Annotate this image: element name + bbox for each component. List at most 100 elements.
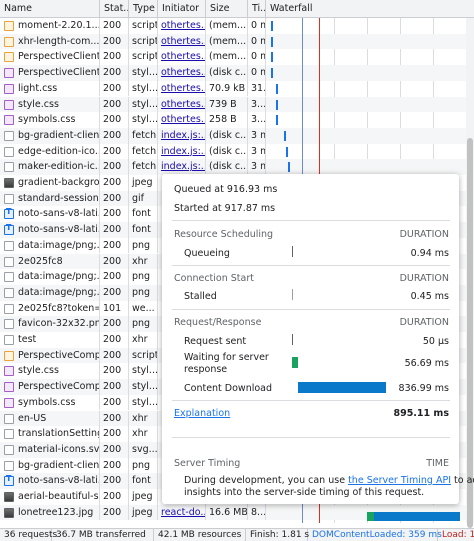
cell-type: png [129,316,158,332]
cell-type: styl... [129,112,158,128]
column-header-time[interactable]: Ti... [248,0,266,18]
cell-status: 200 [100,18,129,34]
cell-type: png [129,457,158,474]
cell-name: PerspectiveComp... [0,347,100,364]
table-row[interactable]: edge-edition-ico... 200 fetch index.js:...(… [0,143,466,160]
cell-initiator[interactable]: othertes... [158,49,206,66]
waterfall-bar [284,130,286,141]
cell-size: 739 B [206,96,248,113]
section-connection-start: Connection Start [174,273,254,284]
cell-initiator[interactable]: othertes... [158,65,206,81]
section-request-response: Request/Response [174,317,262,328]
cell-size: 258 B [206,112,248,128]
cell-type: we... [129,300,158,317]
jpeg-file-icon [4,178,14,188]
png-file-icon [4,240,14,251]
column-header-initiator[interactable]: Initiator [158,0,206,18]
cell-initiator[interactable]: othertes... [158,33,206,50]
table-row[interactable]: PerspectiveClient...200scriptothertes...… [0,49,466,66]
column-header-status[interactable]: Stat... [100,0,129,18]
cell-status: 200 [100,237,129,254]
table-row[interactable]: bg-gradient-clien... 200 fetch index.js:...… [0,127,466,144]
script-file-icon [4,36,14,47]
cell-initiator[interactable]: index.js:... [158,159,206,175]
cell-status: 200 [100,159,129,175]
style-file-icon [4,83,14,94]
column-header-name[interactable]: Name [0,0,100,18]
scrollbar-thumb[interactable] [467,138,473,528]
request-sent-label: Request sent [184,336,247,347]
cell-type: styl... [129,394,158,411]
divider [172,309,450,310]
resources-size: 42.1 MB resources [154,529,246,541]
cell-type: font [129,473,158,489]
column-header-size[interactable]: Size [206,0,248,18]
duration-header: DURATION [399,317,449,328]
cell-type: fetch [129,143,158,160]
cell-name: favicon-32x32.png [0,316,100,332]
cell-time: 3... [248,112,266,128]
server-timing-note-line2: insights into the server-side timing of … [184,487,425,498]
png-file-icon [4,287,14,298]
waterfall-bar [271,36,273,47]
cell-name: style.css [0,363,100,380]
divider [172,220,450,221]
table-row[interactable]: style.css 200 styl... othertes... 739 B 3... [0,96,466,113]
table-row[interactable]: symbols.css 200 styl... othertes... 258 B 3..… [0,112,466,128]
cell-time: 0 ms [248,49,266,66]
cell-type: styl... [129,379,158,395]
cell-type: font [129,206,158,223]
cell-time: 3 ms [248,127,266,144]
font-file-icon [4,223,14,236]
cell-name: noto-sans-v8-lati... [0,473,100,489]
cell-name: xhr-length-com... [0,33,100,50]
divider [172,400,450,401]
cell-name: standard-session... [0,190,100,207]
cell-initiator[interactable]: othertes... [158,18,206,34]
cell-name: data:image/png;... [0,284,100,301]
cell-time: 0 ms [248,33,266,50]
cell-name: maker-edition-ic... [0,159,100,175]
cell-initiator[interactable]: index.js:... [158,127,206,144]
cell-name: data:image/png;... [0,269,100,285]
cell-type: script [129,18,158,34]
cell-initiator[interactable]: react-do... [158,504,206,521]
script-file-icon [4,350,14,361]
cell-status: 200 [100,49,129,66]
cell-status: 200 [100,175,129,191]
cell-initiator[interactable]: othertes... [158,96,206,113]
waterfall-bar [276,99,278,110]
cell-initiator[interactable]: index.js:... [158,143,206,160]
table-row[interactable]: light.css 200 styl... othertes... 70.9 kB 31.… [0,80,466,97]
cell-name: bg-gradient-clien... [0,127,100,144]
cell-initiator[interactable]: othertes... [158,80,206,97]
table-row[interactable]: PerspectiveClient...200styl...othertes..… [0,65,466,81]
cell-status: 200 [100,269,129,285]
column-header-type[interactable]: Type [129,0,158,18]
table-row[interactable]: maker-edition-ic... 200 fetch index.js:...(… [0,159,466,175]
table-row[interactable]: moment-2.20.1.... 200 script othertes... (me… [0,18,466,34]
explanation-link[interactable]: Explanation [174,408,230,419]
finish-time: Finish: 1.81 s [246,529,309,541]
cell-name: light.css [0,80,100,97]
server-timing-api-link[interactable]: the Server Timing API [348,475,451,486]
style-file-icon [4,99,14,110]
cell-name: PerspectiveClient... [0,49,100,66]
request-count: 36 requests [0,529,57,541]
cell-initiator[interactable]: othertes... [158,112,206,128]
waiting-value: 56.69 ms [404,358,449,369]
fetch-file-icon [4,162,14,173]
cell-time: 0 ms [248,18,266,34]
vertical-scrollbar[interactable] [466,18,474,528]
table-row[interactable]: xhr-length-com... 200 script othertes... (me… [0,33,466,50]
cell-size: (disk c... [206,65,248,81]
stalled-bar [292,289,293,300]
waterfall-bar [271,21,273,31]
column-header-waterfall[interactable]: Waterfall [266,0,474,18]
ws-file-icon [4,303,14,314]
network-table-header: Name Stat... Type Initiator Size Ti... W… [0,0,474,18]
xhr-file-icon [4,256,14,267]
stalled-label: Stalled [184,291,217,302]
cell-type: jpeg [129,175,158,191]
cell-name: bg-gradient-clien... [0,457,100,474]
